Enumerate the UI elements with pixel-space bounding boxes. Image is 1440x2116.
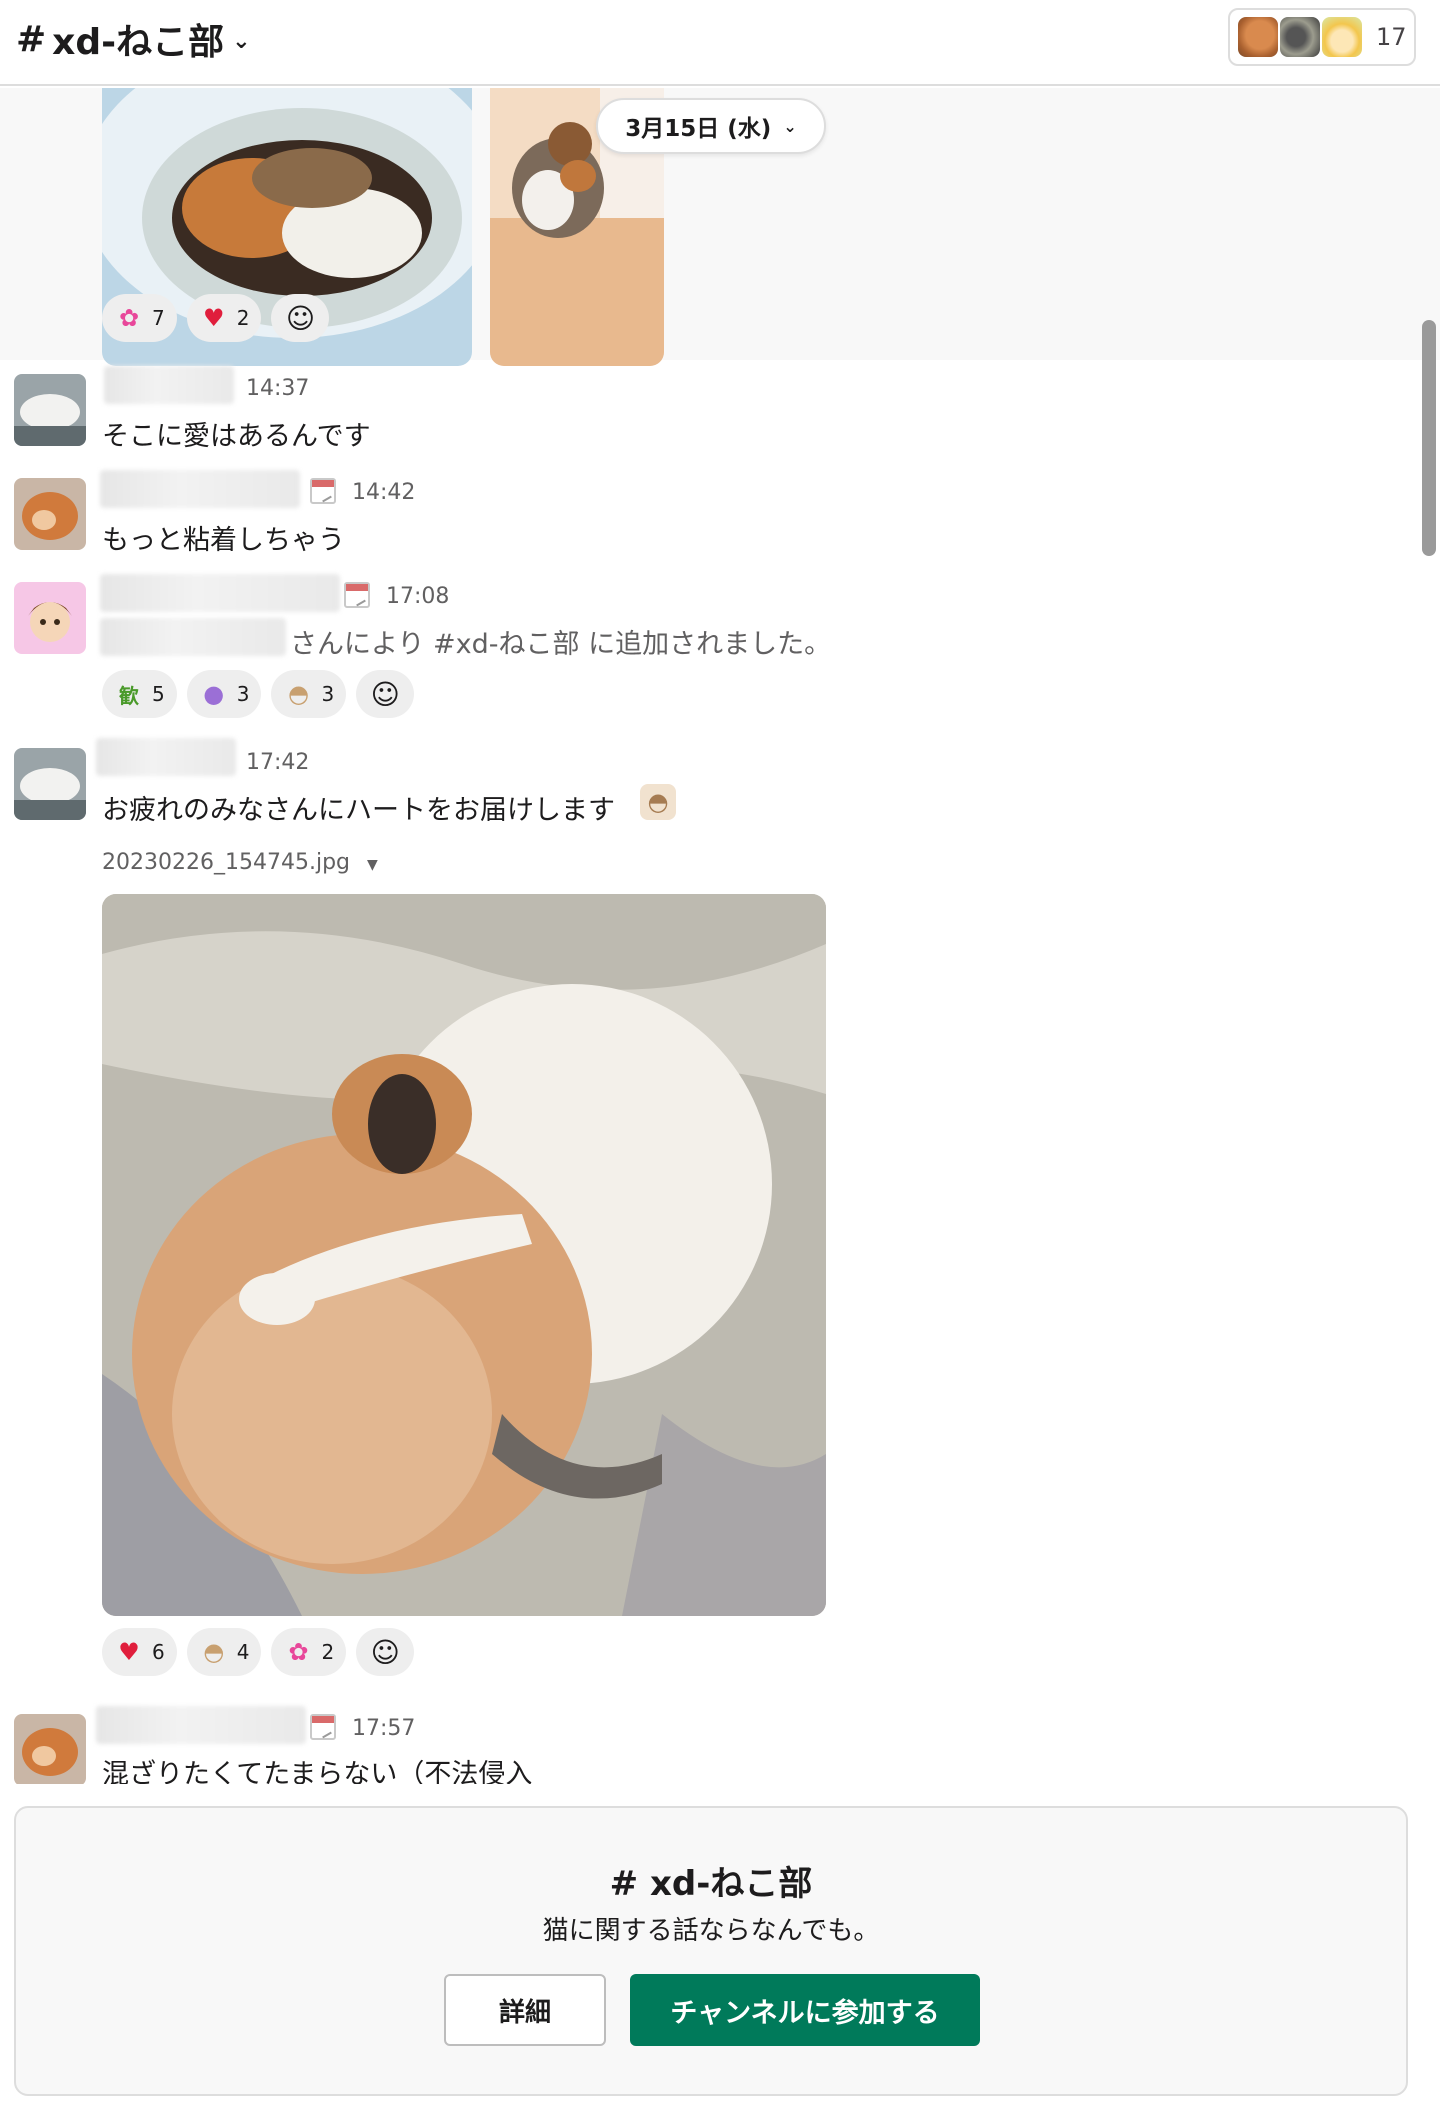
reaction-heart[interactable]: ♥ 2 [186, 294, 262, 342]
add-emoji-icon: ☺ [370, 677, 400, 711]
message-time[interactable]: 14:42 [352, 480, 415, 505]
heart-icon: ♥ [118, 1638, 140, 1666]
join-channel-button[interactable]: チャンネルに参加する [630, 1974, 980, 2046]
avatar-orange-cat [14, 478, 86, 550]
message-text: 混ざりたくてたまらない（不法侵入 [102, 1759, 533, 1784]
message-time[interactable]: 17:57 [352, 1716, 415, 1741]
channel-header: # xd-ねこ部 ⌄ 17 [0, 0, 1440, 86]
join-panel-title: # xd-ねこ部 [609, 1864, 813, 1904]
reaction-cat-face[interactable]: ● 3 [186, 670, 262, 718]
avatar-doll [14, 582, 86, 654]
avatar[interactable] [14, 374, 86, 446]
member-avatar [1322, 17, 1362, 57]
message-time[interactable]: 14:37 [246, 376, 309, 401]
author-name[interactable] [104, 366, 234, 404]
date-divider-label: 3月15日 (水) [625, 116, 772, 142]
avatar[interactable] [14, 478, 86, 550]
cat-face-icon: ● [203, 680, 225, 708]
author-name[interactable] [96, 1706, 306, 1744]
message-feed[interactable]: 3月15日 (水) ⌄ ✿ 7 ♥ 2 ☺ 14:37 そこに愛はあるんです 1… [0, 88, 1440, 1784]
reaction-party[interactable]: ✿ 7 [102, 294, 177, 342]
message-text: さんにより #xd-ねこ部 に追加されました。 [290, 629, 832, 660]
message-time[interactable]: 17:08 [386, 584, 449, 609]
cat-peek-emoji: ◓ [640, 784, 676, 820]
cat-peek-icon: ◓ [287, 680, 309, 708]
avatar[interactable] [14, 1714, 86, 1784]
calendar-status-icon [310, 478, 336, 504]
reaction-bar: ♥ 6 ◓ 4 ✿ 2 ☺ [102, 1628, 415, 1676]
add-reaction-button[interactable]: ☺ [271, 294, 330, 342]
calendar-status-icon [310, 1714, 336, 1740]
message-image[interactable] [102, 894, 826, 1616]
cat-peek-icon: ◓ [203, 1638, 225, 1666]
party-icon: ✿ [118, 304, 140, 332]
reaction-kanji-stamp[interactable]: 歓 5 [102, 670, 177, 718]
heart-icon: ♥ [202, 304, 225, 332]
scrollbar-thumb[interactable] [1422, 320, 1436, 556]
member-list-button[interactable]: 17 [1228, 8, 1416, 66]
join-channel-panel: # xd-ねこ部 猫に関する話ならなんでも。 詳細 チャンネルに参加する [14, 1806, 1408, 2096]
channel-title-button[interactable]: # xd-ねこ部 ⌄ [16, 14, 251, 64]
reaction-bar: ✿ 7 ♥ 2 ☺ [102, 294, 330, 342]
member-count: 17 [1376, 23, 1407, 51]
kanji-stamp-icon: 歓 [119, 683, 139, 708]
add-reaction-button[interactable]: ☺ [356, 670, 415, 718]
add-emoji-icon: ☺ [285, 301, 316, 335]
reaction-cat-peek[interactable]: ◓ 4 [186, 1628, 262, 1676]
reaction-party[interactable]: ✿ 2 [271, 1628, 347, 1676]
author-name[interactable] [96, 738, 236, 776]
avatar-orange-cat [14, 1714, 86, 1784]
cats-sleeping-photo [102, 894, 826, 1616]
chevron-down-icon: ⌄ [232, 28, 251, 54]
join-panel-description: 猫に関する話ならなんでも。 [542, 1916, 880, 1946]
added-by-name[interactable] [100, 618, 286, 656]
avatar[interactable] [14, 582, 86, 654]
reaction-bar: 歓 5 ● 3 ◓ 3 ☺ [102, 670, 415, 718]
add-emoji-icon: ☺ [370, 1635, 400, 1669]
message-text: もっと粘着しちゃう [102, 525, 345, 556]
avatar-white-cat [14, 748, 86, 820]
avatar-white-cat [14, 374, 86, 446]
message-time[interactable]: 17:42 [246, 750, 309, 775]
date-divider-button[interactable]: 3月15日 (水) ⌄ [596, 98, 826, 154]
message-text: お疲れのみなさんにハートをお届けします [102, 795, 615, 826]
channel-hash: # [16, 18, 47, 60]
add-reaction-button[interactable]: ☺ [356, 1628, 415, 1676]
chevron-down-icon: ⌄ [783, 116, 797, 136]
message-text: そこに愛はあるんです [102, 421, 371, 452]
author-name[interactable] [100, 574, 340, 612]
avatar[interactable] [14, 748, 86, 820]
channel-name: xd-ねこ部 [52, 22, 225, 63]
calendar-status-icon [344, 582, 370, 608]
caret-down-icon: ▼ [367, 857, 378, 873]
file-name-toggle[interactable]: 20230226_154745.jpg ▼ [102, 850, 378, 875]
details-button[interactable]: 詳細 [444, 1974, 606, 2046]
reaction-heart[interactable]: ♥ 6 [102, 1628, 177, 1676]
reaction-cat-peek[interactable]: ◓ 3 [271, 670, 347, 718]
member-avatar [1238, 17, 1278, 57]
party-icon: ✿ [288, 1638, 309, 1666]
author-name[interactable] [100, 470, 300, 508]
member-avatar [1280, 17, 1320, 57]
